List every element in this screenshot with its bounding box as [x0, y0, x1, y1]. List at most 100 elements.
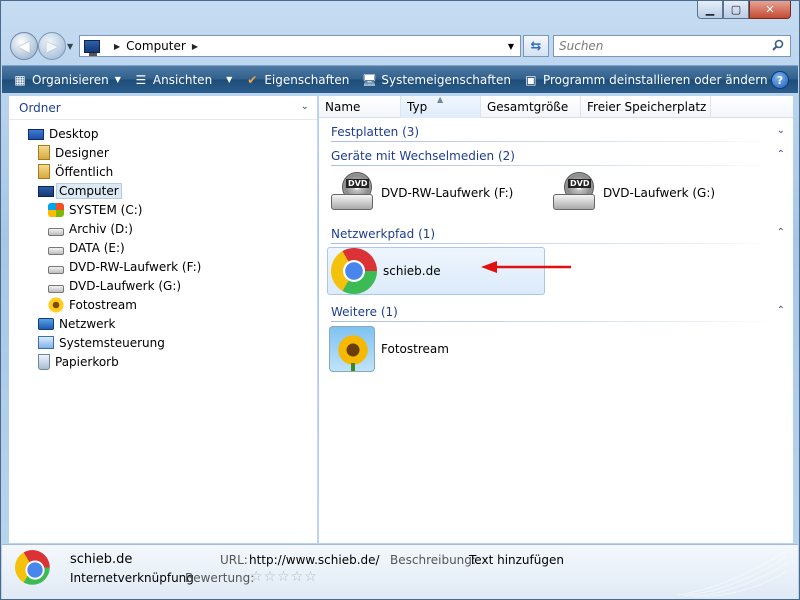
dvdrw-drive-tile[interactable]: DVD DVD-RW-Laufwerk (F:): [329, 169, 513, 217]
group-header-hard-disks[interactable]: Festplatten (3) ⌄: [319, 122, 793, 142]
forward-arrow-icon: ▶: [46, 37, 58, 55]
recent-pages-dropdown[interactable]: ▼: [67, 42, 73, 51]
window-controls: ▁ ▢ ✕: [697, 1, 791, 21]
tree-item-archiv-d[interactable]: Archiv (D:): [9, 219, 317, 238]
group-divider: [331, 141, 779, 142]
search-placeholder: Suchen: [559, 39, 604, 53]
column-headers: Name ▲ Typ Gesamtgröße Freier Speicherpl…: [319, 94, 793, 118]
removable-items: DVD DVD-RW-Laufwerk (F:) DVD DVD-Laufwer…: [319, 166, 793, 220]
dvd-drive-icon: [48, 265, 64, 274]
uninstall-program-button[interactable]: ▣ Programm deinstallieren oder ändern: [519, 68, 772, 92]
fotostream-tile[interactable]: Fotostream: [329, 325, 449, 373]
tree-item-label: Desktop: [49, 126, 99, 141]
chevron-down-icon[interactable]: ⌄: [301, 101, 309, 112]
column-label: Freier Speicherplatz: [587, 99, 707, 114]
properties-button[interactable]: ✔ Eigenschaften: [240, 68, 353, 92]
organize-icon: ▦: [14, 72, 26, 87]
tree-item-label: SYSTEM (C:): [69, 202, 143, 217]
organize-button[interactable]: ▦ Organisieren ▼: [8, 68, 125, 92]
details-description-value[interactable]: Text hinzufügen: [469, 553, 564, 567]
folders-header[interactable]: Ordner ⌄: [9, 96, 317, 120]
column-header-name[interactable]: Name: [319, 95, 401, 118]
close-button[interactable]: ✕: [749, 1, 791, 19]
tree-item-label: Computer: [56, 182, 122, 199]
address-bar[interactable]: ▶ Computer ▶ ▼: [79, 35, 521, 57]
tree-item-label: Archiv (D:): [69, 221, 133, 236]
tree-item-dvd-g[interactable]: DVD-Laufwerk (G:): [9, 276, 317, 295]
folders-header-label: Ordner: [19, 100, 61, 115]
column-header-free-space[interactable]: Freier Speicherplatz: [581, 95, 711, 118]
group-label: Festplatten (3): [331, 125, 422, 139]
refresh-button[interactable]: ⇆: [523, 35, 549, 57]
decorative-glass-lines: [678, 550, 787, 597]
system-properties-button[interactable]: 🖥 Systemeigenschaften: [357, 68, 515, 92]
sort-ascending-icon: ▲: [437, 94, 444, 104]
chevron-up-icon[interactable]: ⌃: [777, 305, 785, 316]
column-label: Name: [325, 99, 361, 114]
tree-item-computer[interactable]: Computer: [9, 181, 317, 200]
dvd-badge: DVD: [568, 179, 592, 188]
breadcrumb-chevron-icon[interactable]: ▶: [114, 42, 120, 51]
details-name: schieb.de: [70, 552, 133, 567]
back-button[interactable]: ◀: [10, 32, 38, 60]
command-bar: ▦ Organisieren ▼ ☰ Ansichten ▼ ✔ Eigensc…: [2, 65, 798, 93]
group-label: Weitere (1): [331, 305, 400, 319]
tree-item-designer[interactable]: Designer: [9, 143, 317, 162]
recycle-bin-icon: [38, 353, 50, 370]
minimize-button[interactable]: ▁: [697, 1, 723, 19]
folder-icon: [38, 164, 50, 179]
help-icon[interactable]: ?: [771, 71, 789, 89]
chevron-up-icon[interactable]: ⌃: [777, 227, 785, 238]
column-header-type[interactable]: ▲ Typ: [401, 94, 481, 118]
tree-item-dvdrw-f[interactable]: DVD-RW-Laufwerk (F:): [9, 257, 317, 276]
drive-icon: [48, 246, 64, 255]
views-button[interactable]: ☰ Ansichten ▼: [129, 68, 236, 92]
back-arrow-icon: ◀: [18, 37, 30, 55]
tree-item-systemsteuerung[interactable]: Systemsteuerung: [9, 333, 317, 352]
tree-item-fotostream[interactable]: Fotostream: [9, 295, 317, 314]
search-input[interactable]: Suchen: [553, 35, 791, 57]
tree-item-label: Fotostream: [69, 297, 137, 312]
details-pane: schieb.de Internetverknüpfung URL: http:…: [2, 544, 798, 599]
views-icon: ☰: [135, 72, 147, 87]
rating-stars[interactable]: ☆☆☆☆☆: [250, 569, 318, 585]
windows-drive-icon: [48, 202, 64, 217]
column-header-total-size[interactable]: Gesamtgröße: [481, 95, 581, 118]
group-header-network[interactable]: Netzwerkpfad (1) ⌃: [319, 224, 793, 244]
desktop-icon: [28, 129, 44, 140]
breadcrumb-computer[interactable]: Computer: [126, 39, 186, 53]
address-dropdown-icon[interactable]: ▼: [508, 42, 514, 51]
tile-label: DVD-Laufwerk (G:): [603, 186, 716, 200]
group-label: Geräte mit Wechselmedien (2): [331, 149, 517, 163]
navigation-bar: ◀ ▶ ▼ ▶ Computer ▶ ▼ ⇆ Suchen: [1, 29, 800, 63]
forward-button[interactable]: ▶: [38, 32, 66, 60]
uninstall-program-label: Programm deinstallieren oder ändern: [542, 72, 768, 87]
tree-item-oeffentlich[interactable]: Öffentlich: [9, 162, 317, 181]
group-header-removable[interactable]: Geräte mit Wechselmedien (2) ⌃: [319, 146, 793, 166]
tree-item-data-e[interactable]: DATA (E:): [9, 238, 317, 257]
maximize-button[interactable]: ▢: [723, 1, 749, 19]
details-type: Internetverknüpfung: [70, 571, 194, 585]
system-properties-label: Systemeigenschaften: [381, 72, 511, 87]
tree-item-label: DVD-RW-Laufwerk (F:): [69, 259, 202, 274]
chevron-down-icon[interactable]: ⌄: [777, 125, 785, 136]
dvd-badge: DVD: [346, 179, 370, 188]
refresh-icon: ⇆: [530, 38, 542, 54]
details-url-label: URL:: [220, 553, 248, 567]
explorer-window: ▁ ▢ ✕ ◀ ▶ ▼ ▶ Computer ▶ ▼ ⇆ Suchen ▦ Or…: [0, 0, 800, 600]
search-icon[interactable]: [772, 39, 784, 51]
dvd-drive-tile[interactable]: DVD DVD-Laufwerk (G:): [551, 169, 715, 217]
details-url-value[interactable]: http://www.schieb.de/: [249, 553, 380, 567]
chevron-up-icon[interactable]: ⌃: [777, 149, 785, 160]
tree-item-label: Systemsteuerung: [59, 335, 165, 350]
tree-item-system-c[interactable]: SYSTEM (C:): [9, 200, 317, 219]
group-header-other[interactable]: Weitere (1) ⌃: [319, 302, 793, 322]
tree-item-desktop[interactable]: Desktop: [9, 124, 317, 143]
breadcrumb-chevron-icon[interactable]: ▶: [192, 42, 198, 51]
tree-item-papierkorb[interactable]: Papierkorb: [9, 352, 317, 371]
dvd-drive-icon: DVD: [329, 170, 375, 216]
tile-label: DVD-RW-Laufwerk (F:): [381, 186, 514, 200]
tree-item-netzwerk[interactable]: Netzwerk: [9, 314, 317, 333]
tree-item-label: Designer: [55, 145, 109, 160]
checkmark-icon: ✔: [247, 72, 258, 87]
